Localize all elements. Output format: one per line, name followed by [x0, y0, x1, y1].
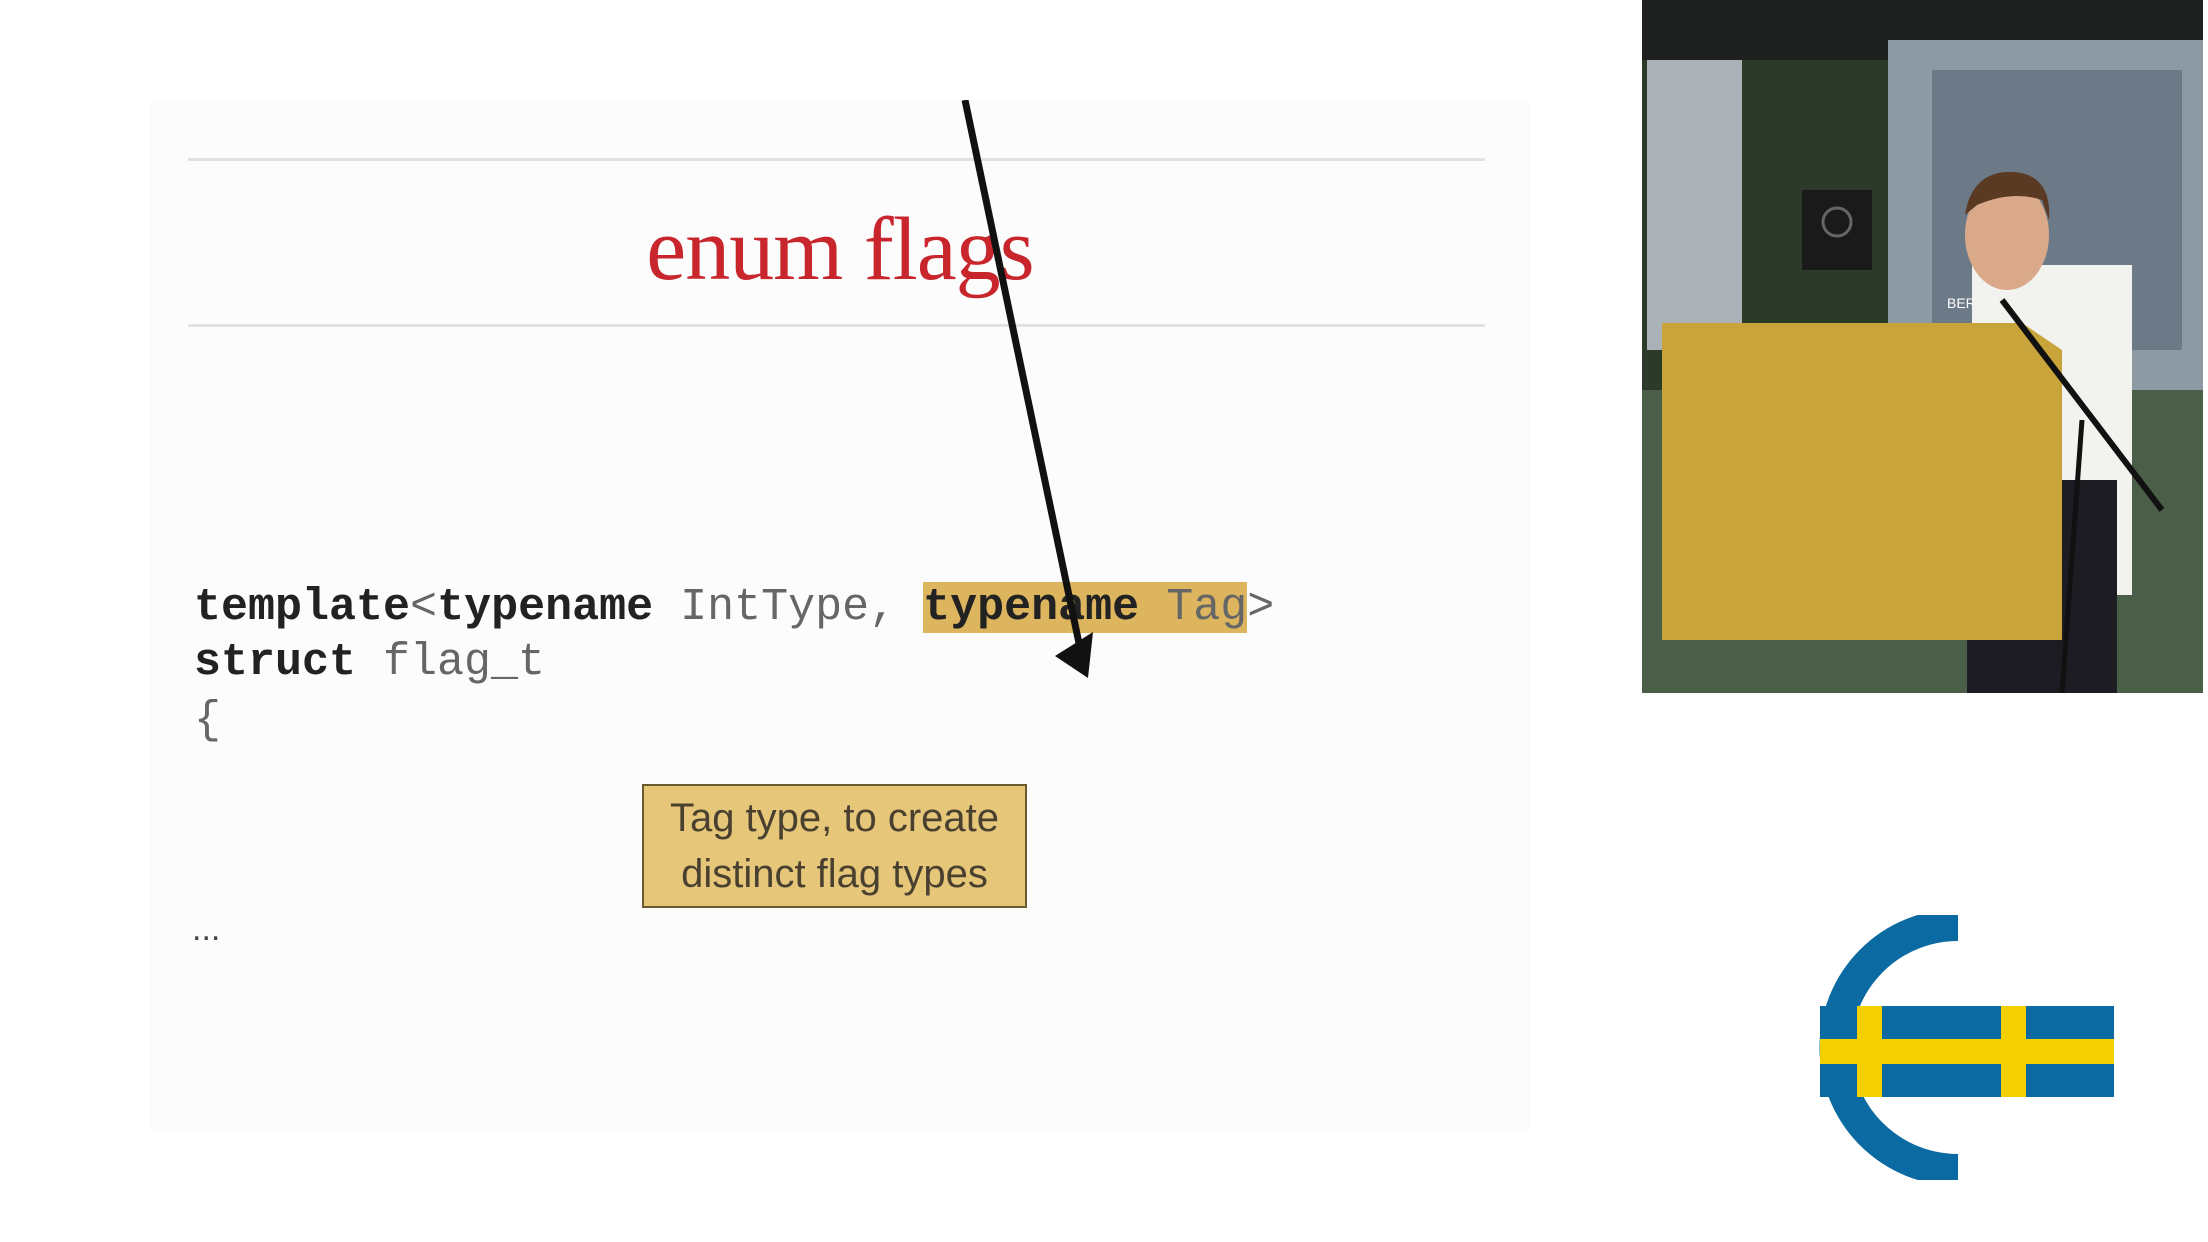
- code-keyword-typename-tag: typename: [923, 582, 1140, 633]
- conference-logo: [1819, 915, 2114, 1180]
- code-keyword-template: template: [194, 582, 411, 633]
- logo-flag-vbar-1: [1857, 1006, 1882, 1097]
- code-param-tag: Tag: [1139, 582, 1248, 633]
- code-ellipsis: ...: [192, 910, 221, 948]
- arrow-shaft: [961, 100, 1084, 649]
- logo-flag-vbar-2: [2001, 1006, 2026, 1097]
- code-line-brace: {: [194, 695, 222, 746]
- bottom-divider: [188, 324, 1485, 327]
- code-struct-name: flag_t: [356, 637, 546, 688]
- speaker-video: BER: [1642, 0, 2203, 693]
- speaker-video-frame: BER: [1642, 0, 2203, 693]
- callout-line-1: Tag type, to create: [669, 796, 1000, 840]
- arrow-head: [1055, 632, 1093, 678]
- code-line-template: template<typename IntType, typename Tag>: [194, 580, 1274, 636]
- slide-title: enum flags: [646, 200, 1034, 299]
- screen-text: BER: [1947, 295, 1976, 311]
- code-keyword-struct: struct: [194, 637, 357, 688]
- callout-line-2: distinct flag types: [681, 852, 988, 896]
- camera-box: [1802, 190, 1872, 270]
- left-screen: [1647, 60, 1742, 350]
- top-divider: [188, 158, 1485, 161]
- highlighted-tag-param: typename Tag: [923, 582, 1248, 633]
- podium: [1662, 323, 2062, 640]
- code-param-inttype: IntType,: [653, 582, 924, 633]
- presentation-slide: enum flags template<typename IntType, ty…: [150, 100, 1530, 1132]
- code-line-struct: struct flag_t: [194, 635, 545, 691]
- code-punct-close: >: [1247, 582, 1275, 633]
- code-keyword-typename: typename: [437, 582, 654, 633]
- callout-box: Tag type, to create distinct flag types: [642, 784, 1027, 908]
- code-punct: <: [410, 582, 438, 633]
